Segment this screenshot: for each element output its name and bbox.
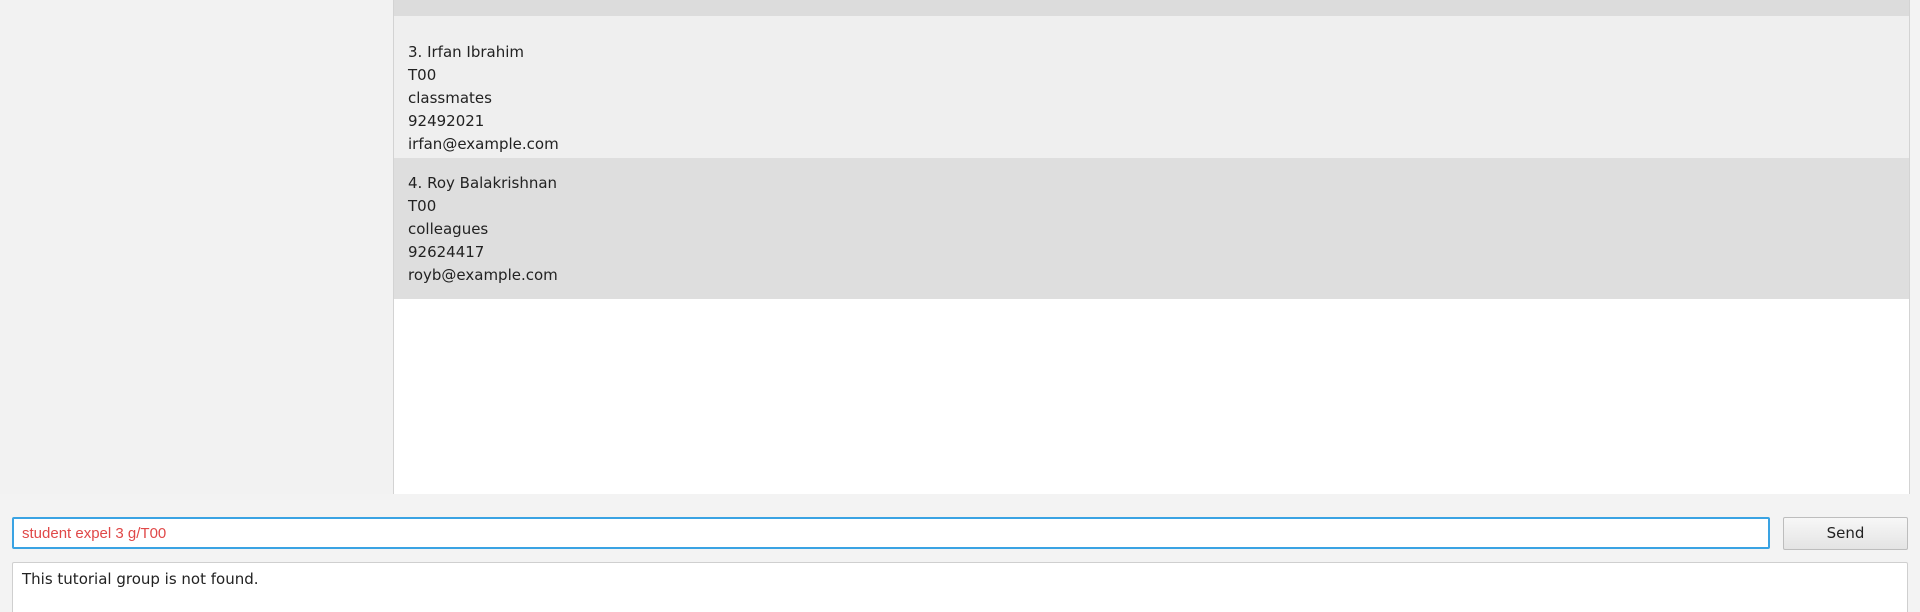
person-tag: classmates <box>408 89 492 107</box>
person-tutorial-group: T00 <box>408 197 437 215</box>
person-card-partial[interactable] <box>394 0 1909 16</box>
person-name: 3. Irfan Ibrahim <box>408 43 525 61</box>
person-tutorial-group: T00 <box>408 66 437 84</box>
send-button[interactable]: Send <box>1783 517 1908 550</box>
person-email: royb@example.com <box>408 266 558 284</box>
result-display[interactable]: This tutorial group is not found. <box>12 562 1908 612</box>
result-message: This tutorial group is not found. <box>22 570 259 588</box>
person-name: 4. Roy Balakrishnan <box>408 174 558 192</box>
person-email: irfan@example.com <box>408 135 559 153</box>
person-list-panel[interactable]: 3. Irfan Ibrahim T00 classmates 92492021… <box>393 0 1910 494</box>
person-card[interactable]: 3. Irfan Ibrahim T00 classmates 92492021… <box>394 16 1909 158</box>
person-card[interactable]: 4. Roy Balakrishnan T00 colleagues 92624… <box>394 158 1909 299</box>
app-window: 3. Irfan Ibrahim T00 classmates 92492021… <box>0 0 1920 612</box>
person-phone: 92624417 <box>408 243 485 261</box>
command-input[interactable] <box>12 517 1770 549</box>
side-panel <box>0 0 393 494</box>
person-phone: 92492021 <box>408 112 485 130</box>
person-tag: colleagues <box>408 220 489 238</box>
